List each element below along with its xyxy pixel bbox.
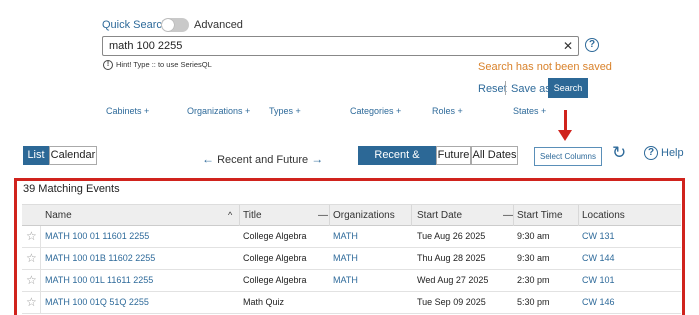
- annotation-arrow-head-icon: [558, 130, 572, 141]
- sort-ascending-icon[interactable]: ^: [228, 210, 232, 220]
- event-start-time: 9:30 am: [517, 253, 550, 263]
- calendar-view-button[interactable]: Calendar: [49, 146, 97, 165]
- search-help-icon[interactable]: ?: [585, 38, 599, 52]
- divider: [505, 81, 506, 95]
- table-row[interactable]: ☆ MATH 100 01Q 51Q 2255 Math Quiz Tue Se…: [22, 292, 681, 314]
- table-row[interactable]: ☆ MATH 100 01L 11611 2255 College Algebr…: [22, 270, 681, 292]
- event-start-time: 9:30 am: [517, 231, 550, 241]
- favorite-star-icon[interactable]: ☆: [26, 273, 37, 287]
- tab-future[interactable]: Future: [436, 146, 471, 165]
- toggle-knob: [162, 19, 174, 31]
- help-link[interactable]: Help: [661, 147, 684, 159]
- column-header-title[interactable]: Title: [243, 210, 262, 221]
- event-location-link[interactable]: CW 144: [582, 253, 615, 263]
- event-start-time: 2:30 pm: [517, 275, 550, 285]
- column-header-name[interactable]: Name: [45, 210, 72, 221]
- column-menu-icon[interactable]: —: [503, 210, 513, 221]
- date-range-nav: ← Recent and Future →: [202, 152, 323, 166]
- advanced-search-toggle[interactable]: [161, 18, 189, 32]
- column-header-start-time[interactable]: Start Time: [517, 210, 563, 221]
- tab-all-dates[interactable]: All Dates: [471, 146, 518, 165]
- column-header-organizations[interactable]: Organizations: [333, 210, 395, 221]
- help-icon[interactable]: ?: [644, 146, 658, 160]
- column-menu-icon[interactable]: —: [318, 210, 328, 221]
- favorite-star-icon[interactable]: ☆: [26, 295, 37, 309]
- column-header-start-date[interactable]: Start Date: [417, 210, 462, 221]
- table-row[interactable]: ☆ MATH 100 01 11601 2255 College Algebra…: [22, 226, 681, 248]
- select-columns-button[interactable]: Select Columns: [534, 147, 602, 166]
- reset-link[interactable]: Reset: [478, 83, 507, 95]
- event-start-date: Thu Aug 28 2025: [417, 253, 486, 263]
- date-range-label: Recent and Future: [217, 154, 309, 166]
- event-organization-link[interactable]: MATH: [333, 275, 358, 285]
- column-divider[interactable]: [513, 205, 514, 227]
- row-divider: [40, 226, 41, 248]
- event-title: Math Quiz: [243, 297, 285, 307]
- event-name-link[interactable]: MATH 100 01Q 51Q 2255: [45, 297, 149, 307]
- filter-states[interactable]: States +: [513, 106, 546, 116]
- table-header: Name ^ Title — Organizations Start Date …: [22, 204, 681, 227]
- event-organization-link[interactable]: MATH: [333, 231, 358, 241]
- refresh-icon[interactable]: ↻: [612, 144, 626, 162]
- event-name-link[interactable]: MATH 100 01B 11602 2255: [45, 253, 155, 263]
- event-title: College Algebra: [243, 253, 307, 263]
- tab-recent-future[interactable]: Recent & Future: [358, 146, 436, 178]
- column-header-locations[interactable]: Locations: [582, 210, 625, 221]
- event-title: College Algebra: [243, 275, 307, 285]
- advanced-label[interactable]: Advanced: [194, 19, 243, 31]
- column-divider[interactable]: [578, 205, 579, 227]
- event-start-date: Tue Aug 26 2025: [417, 231, 486, 241]
- event-start-date: Tue Sep 09 2025: [417, 297, 486, 307]
- event-start-date: Wed Aug 27 2025: [417, 275, 489, 285]
- quick-search-label[interactable]: Quick Search: [102, 19, 168, 31]
- filter-categories[interactable]: Categories +: [350, 106, 401, 116]
- row-divider: [40, 292, 41, 314]
- info-icon: !: [103, 60, 113, 70]
- filter-roles[interactable]: Roles +: [432, 106, 463, 116]
- next-arrow-icon[interactable]: →: [311, 152, 323, 166]
- filter-organizations[interactable]: Organizations +: [187, 106, 250, 116]
- column-divider[interactable]: [411, 205, 412, 227]
- save-as-link[interactable]: Save as: [511, 83, 551, 95]
- event-name-link[interactable]: MATH 100 01L 11611 2255: [45, 275, 153, 285]
- row-divider: [40, 248, 41, 270]
- search-input[interactable]: [102, 36, 579, 56]
- column-divider[interactable]: [239, 205, 240, 227]
- annotation-arrow-shaft: [564, 110, 567, 132]
- event-start-time: 5:30 pm: [517, 297, 550, 307]
- event-location-link[interactable]: CW 101: [582, 275, 615, 285]
- event-organization-link[interactable]: MATH: [333, 253, 358, 263]
- event-location-link[interactable]: CW 131: [582, 231, 615, 241]
- event-location-link[interactable]: CW 146: [582, 297, 615, 307]
- match-count: 39 Matching Events: [23, 183, 120, 195]
- search-button[interactable]: Search: [548, 78, 588, 98]
- column-divider[interactable]: [329, 205, 330, 227]
- favorite-star-icon[interactable]: ☆: [26, 229, 37, 243]
- search-hint: Hint! Type :: to use SeriesQL: [116, 60, 212, 69]
- save-status: Search has not been saved: [478, 61, 612, 73]
- filter-types[interactable]: Types +: [269, 106, 301, 116]
- filter-cabinets[interactable]: Cabinets +: [106, 106, 149, 116]
- prev-arrow-icon[interactable]: ←: [202, 152, 214, 166]
- table-row[interactable]: ☆ MATH 100 01B 11602 2255 College Algebr…: [22, 248, 681, 270]
- favorite-star-icon[interactable]: ☆: [26, 251, 37, 265]
- event-name-link[interactable]: MATH 100 01 11601 2255: [45, 231, 149, 241]
- row-divider: [40, 270, 41, 292]
- list-view-button[interactable]: List: [23, 146, 49, 165]
- event-title: College Algebra: [243, 231, 307, 241]
- clear-search-icon[interactable]: ✕: [563, 38, 573, 54]
